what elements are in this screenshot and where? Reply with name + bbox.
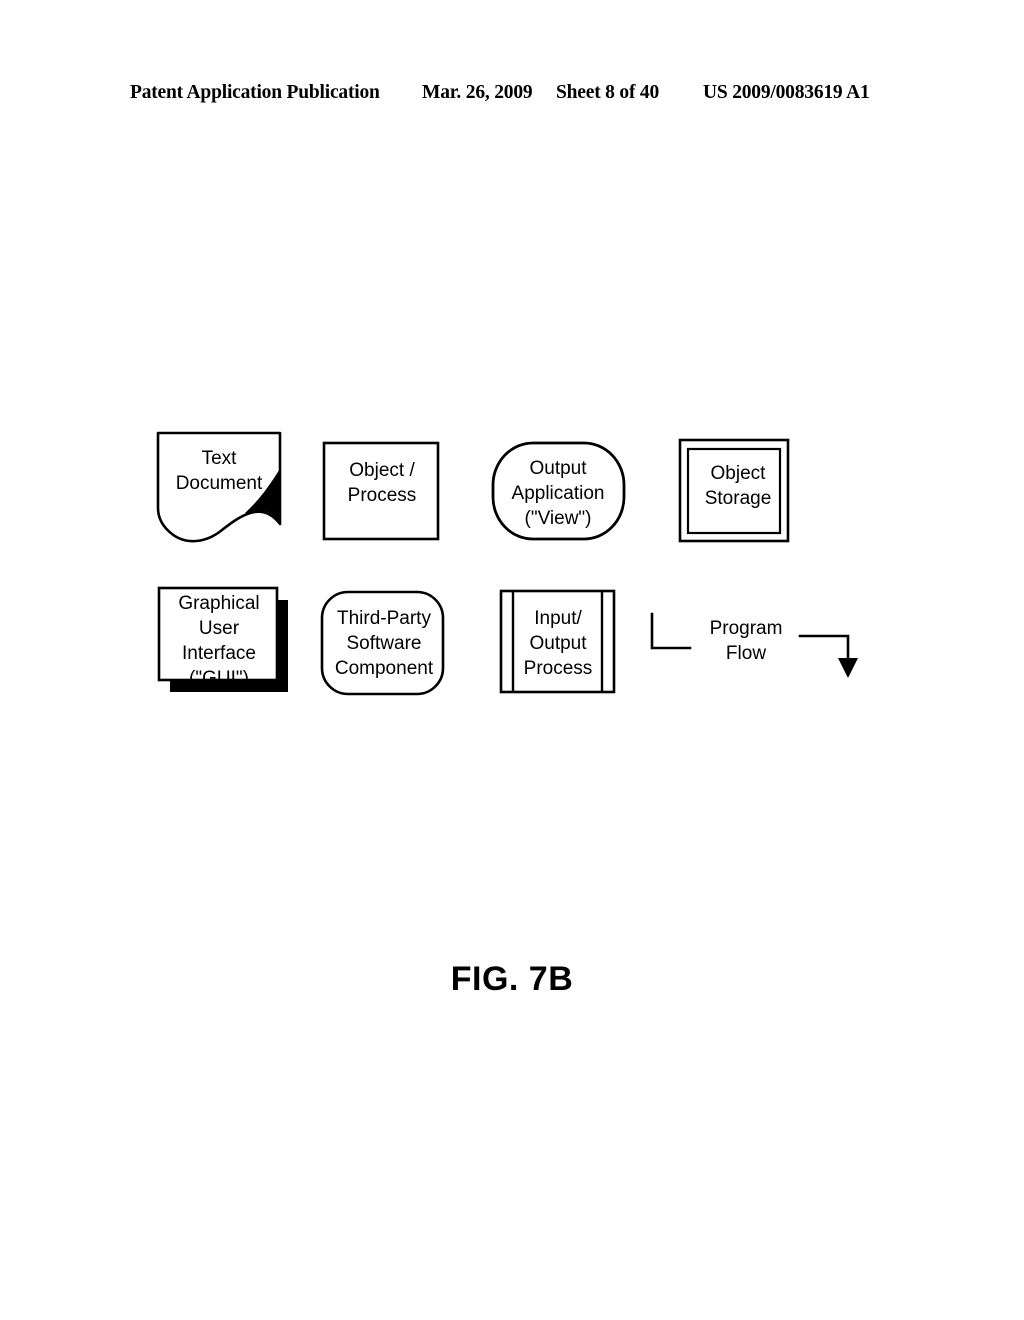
symbol-program-flow-arrow (798, 634, 858, 678)
symbol-object-storage (678, 438, 790, 543)
figure-caption: FIG. 7B (450, 960, 574, 998)
symbol-text-document (156, 431, 282, 543)
symbol-object-process (322, 441, 440, 541)
figure-legend-diagram (156, 431, 858, 696)
symbol-program-flow-elbow (650, 612, 692, 650)
symbol-output-application (491, 441, 626, 541)
symbol-graphical-user-interface (157, 586, 288, 692)
symbol-input-output-process (499, 589, 616, 694)
symbol-third-party-software-component (320, 590, 445, 696)
